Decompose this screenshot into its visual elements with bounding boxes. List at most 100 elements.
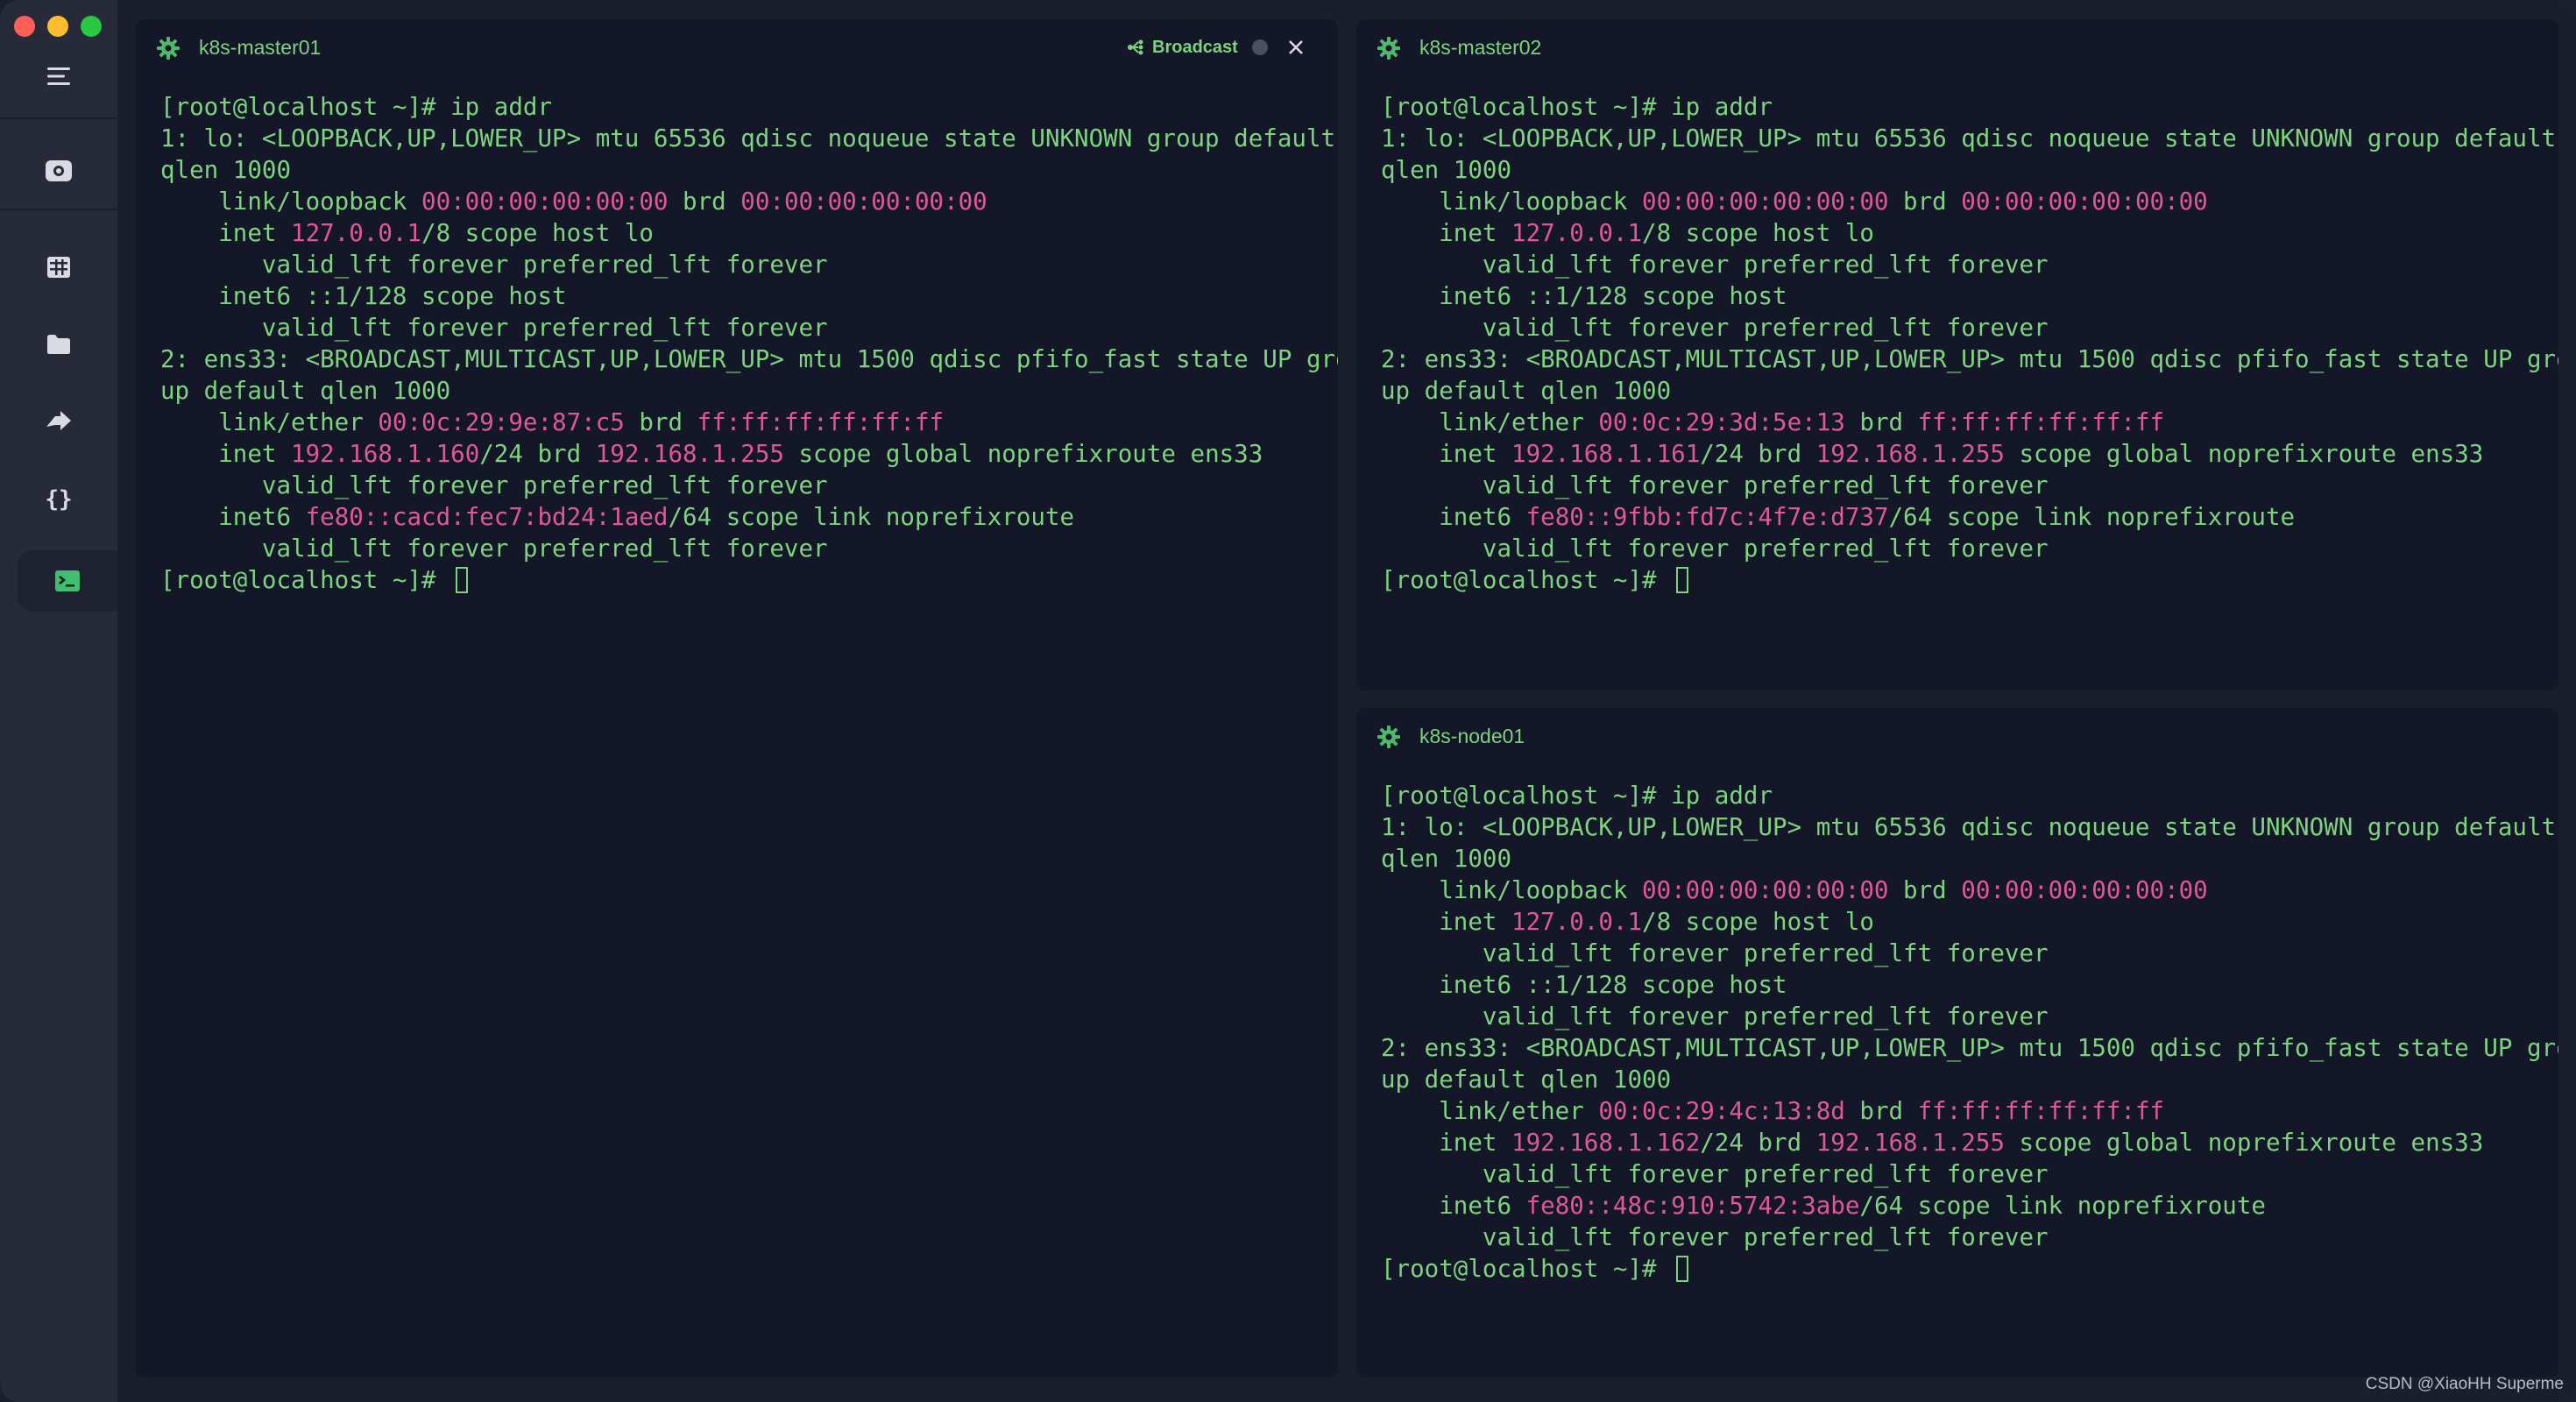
sidebar: {} [0,0,117,1402]
terminal-text: 2: ens33: <BROADCAST,MULTICAST,UP,LOWER_… [160,345,1338,373]
terminal-value: fe80::48c:910:5742:3abe [1525,1192,1860,1220]
terminal-line: inet6 ::1/128 scope host [1381,280,2541,312]
terminal-value: 00:00:00:00:00:00 [1961,876,2208,904]
terminal-line: valid_lft forever preferred_lft forever [1381,312,2541,343]
terminal-text: inet6 ::1/128 scope host [1381,971,1787,999]
sidebar-divider [0,209,117,210]
terminal-line: 2: ens33: <BROADCAST,MULTICAST,UP,LOWER_… [1381,1032,2558,1064]
terminal-text: [root@localhost ~]# ip addr [1381,93,1773,121]
sidebar-item-snippets[interactable]: {} [18,468,100,529]
terminal-text: [root@localhost ~]# [1381,566,1672,594]
terminal-text: inet [160,440,292,468]
sidebar-item-hosts[interactable] [18,237,100,298]
terminal-text: [root@localhost ~]# ip addr [160,93,553,121]
terminal-line: [root@localhost ~]# [1381,564,2541,596]
terminal-line: inet6 ::1/128 scope host [1381,969,2541,1001]
terminal-line: inet6 fe80::9fbb:fd7c:4f7e:d737/64 scope… [1381,501,2541,533]
terminal-value: fe80::9fbb:fd7c:4f7e:d737 [1525,503,1889,531]
terminal-value: 127.0.0.1 [291,219,422,247]
terminal-text: link/ether [1381,408,1599,436]
terminal-output[interactable]: [root@localhost ~]# ip addr 1: lo: <LOOPB… [1381,91,2558,596]
terminal-line: 2: ens33: <BROADCAST,MULTICAST,UP,LOWER_… [160,343,1338,375]
terminal-pane-master01[interactable]: k8s-master01 Broadcast [root@localhost ~… [136,19,1338,1377]
terminal-line: up default qlen 1000 [1381,1064,2541,1095]
terminal-pane-master02[interactable]: k8s-master02 [root@localhost ~]# ip addr… [1356,19,2558,690]
terminal-icon [55,570,80,591]
terminal-value: 00:0c:29:9e:87:c5 [378,408,625,436]
hosts-icon [47,257,70,278]
terminal-text: inet [160,219,292,247]
terminal-line: inet 192.168.1.160/24 brd 192.168.1.255 … [160,438,1320,470]
broadcast-button[interactable]: Broadcast [1126,35,1268,60]
vault-icon [46,160,72,181]
terminal-line: link/loopback 00:00:00:00:00:00 brd 00:0… [160,186,1320,217]
sidebar-item-sftp[interactable] [18,314,100,375]
info-icon[interactable] [1251,39,1268,55]
terminal-line: up default qlen 1000 [160,375,1320,407]
terminal-value: 127.0.0.1 [1511,908,1643,936]
terminal-pane-node01[interactable]: k8s-node01 [root@localhost ~]# ip addr 1:… [1356,708,2558,1377]
gear-icon [1377,37,1400,60]
terminal-line: inet 127.0.0.1/8 scope host lo [1381,906,2541,938]
terminal-text: up default qlen 1000 [1381,1066,1672,1094]
terminal-value: 192.168.1.255 [1815,440,2005,468]
sidebar-item-port-forwarding[interactable] [18,391,100,452]
terminal-line: up default qlen 1000 [1381,375,2541,407]
menu-icon [47,67,70,85]
terminal-line: inet 127.0.0.1/8 scope host lo [160,217,1320,249]
terminal-line: [root@localhost ~]# [160,564,1320,596]
folder-icon [47,335,70,354]
host-name: k8s-node01 [1419,725,1525,747]
zoom-window-button[interactable] [81,16,102,37]
terminal-text: [root@localhost ~]# ip addr [1381,782,1773,810]
terminal-value: 00:00:00:00:00:00 [1642,876,1889,904]
terminal-line: inet6 fe80::48c:910:5742:3abe/64 scope l… [1381,1190,2541,1221]
sidebar-item-terminal[interactable] [18,550,117,612]
terminal-text: /24 brd [1700,1129,1816,1157]
sidebar-divider [0,117,117,119]
terminal-value: 192.168.1.160 [291,440,480,468]
terminal-text: inet [1381,219,1512,247]
terminal-text: 2: ens33: <BROADCAST,MULTICAST,UP,LOWER_… [1381,1034,2558,1062]
broadcast-icon [1128,39,1143,55]
minimize-window-button[interactable] [47,16,68,37]
terminal-text: scope global noprefixroute ens33 [2004,1129,2484,1157]
terminal-text: qlen 1000 [160,156,292,184]
menu-button[interactable] [18,46,100,107]
terminal-line: inet6 fe80::cacd:fec7:bd24:1aed/64 scope… [160,501,1320,533]
terminal-text: /24 brd [1700,440,1816,468]
terminal-text: valid_lft forever preferred_lft forever [1381,1223,2049,1251]
host-name: k8s-master01 [199,36,322,59]
gear-icon [157,37,180,60]
terminal-output[interactable]: [root@localhost ~]# ip addr 1: lo: <LOOPB… [1381,780,2558,1285]
terminal-text: /8 scope host lo [421,219,654,247]
terminal-text: valid_lft forever preferred_lft forever [160,314,828,342]
terminal-value: 192.168.1.161 [1511,440,1701,468]
close-window-button[interactable] [14,16,35,37]
terminal-text: inet6 [1381,1192,1526,1220]
terminal-text: /64 scope link noprefixroute [1888,503,2296,531]
terminal-line: qlen 1000 [1381,843,2541,874]
close-icon[interactable] [1285,37,1306,58]
terminal-text: link/loopback [160,188,422,216]
terminal-text: /64 scope link noprefixroute [1859,1192,2266,1220]
pane-header: k8s-master02 [1356,19,2558,75]
terminal-line: 1: lo: <LOOPBACK,UP,LOWER_UP> mtu 65536 … [1381,811,2556,843]
sidebar-item-vault[interactable] [18,140,100,202]
terminal-line: valid_lft forever preferred_lft forever [160,249,1320,280]
terminal-line: valid_lft forever preferred_lft forever [1381,938,2541,969]
terminal-text: /8 scope host lo [1642,908,1874,936]
terminal-value: 192.168.1.255 [1815,1129,2005,1157]
terminal-text: /8 scope host lo [1642,219,1874,247]
terminal-text: brd [1888,876,1962,904]
terminal-output[interactable]: [root@localhost ~]# ip addr 1: lo: <LOOPB… [160,91,1338,596]
terminal-text: inet [1381,908,1512,936]
terminal-value: 00:00:00:00:00:00 [740,188,987,216]
terminal-value: 00:0c:29:4c:13:8d [1598,1097,1845,1125]
terminal-line: [root@localhost ~]# [1381,1253,2541,1285]
terminal-value: 127.0.0.1 [1511,219,1643,247]
terminal-value: 00:00:00:00:00:00 [1961,188,2208,216]
terminal-line: 2: ens33: <BROADCAST,MULTICAST,UP,LOWER_… [1381,343,2558,375]
terminal-cursor [1676,1256,1689,1282]
terminal-text: inet [1381,440,1512,468]
